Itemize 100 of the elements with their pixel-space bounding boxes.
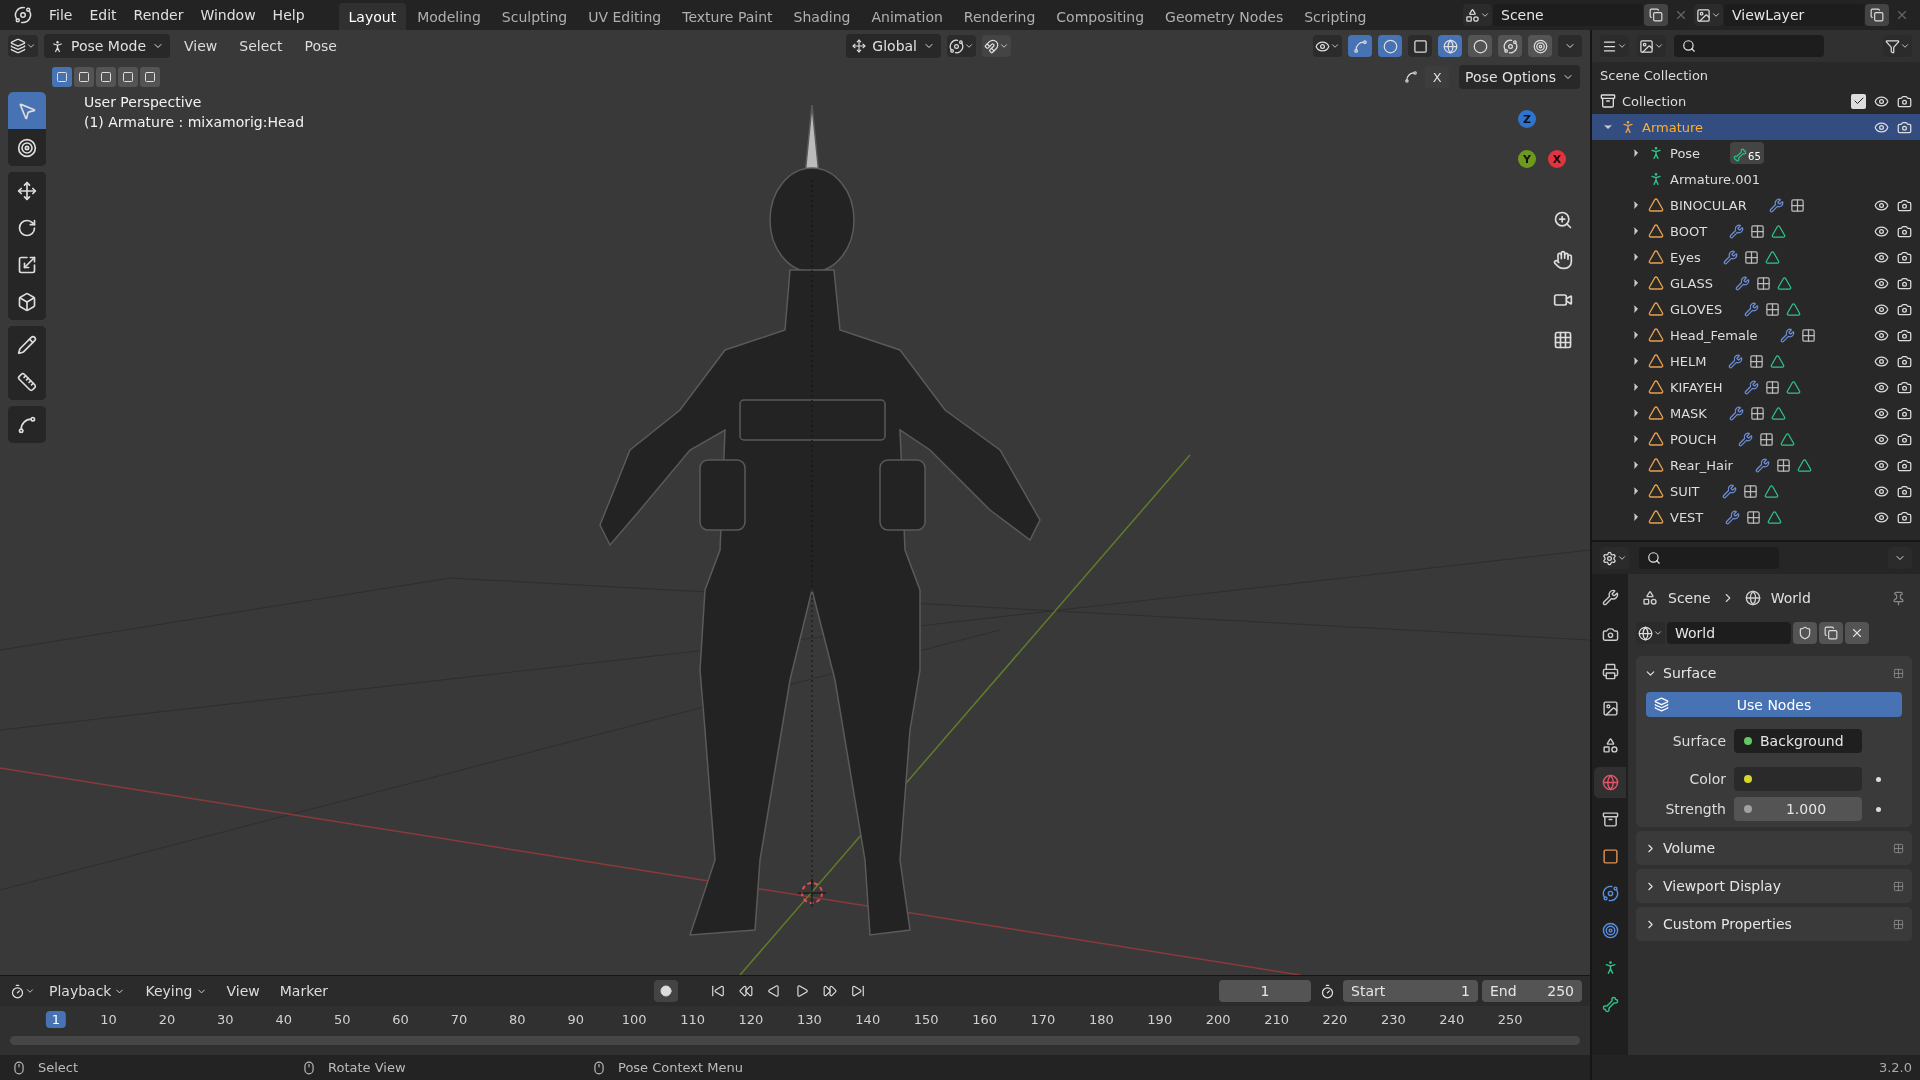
frame-number[interactable]: 190 (1141, 1011, 1179, 1028)
shading-mode-button[interactable] (1498, 35, 1522, 57)
mesh-data-icon[interactable] (1764, 249, 1780, 265)
frame-number[interactable]: 110 (674, 1011, 711, 1028)
vertex-groups-icon[interactable] (1759, 431, 1775, 447)
outliner-row[interactable]: VEST (1592, 504, 1920, 530)
frame-number[interactable]: 120 (732, 1011, 770, 1028)
mode-dropdown[interactable]: Pose Mode (44, 34, 170, 58)
display-mode-button[interactable] (1637, 35, 1666, 57)
vertex-groups-icon[interactable] (1749, 353, 1765, 369)
wrench-icon[interactable] (1738, 431, 1754, 447)
frame-number[interactable]: 20 (152, 1011, 182, 1028)
eye-icon[interactable] (1874, 405, 1889, 421)
menu-item[interactable]: Render (125, 3, 192, 27)
frame-number[interactable]: 160 (966, 1011, 1003, 1028)
panel-header[interactable]: Custom Properties (1636, 911, 1912, 937)
duplicate-button[interactable] (1819, 622, 1843, 644)
vertex-groups-icon[interactable] (1746, 509, 1762, 525)
3d-viewport[interactable]: Pose Mode View Select Pose Global X Pose Options User Perspective (1) Armature : mixamorig:Head Z Y X (0, 30, 1590, 975)
eye-icon[interactable] (1874, 379, 1889, 395)
scene-field[interactable]: Scene (1493, 4, 1643, 26)
outliner-row[interactable]: MASK (1592, 400, 1920, 426)
mesh-data-icon[interactable] (1786, 379, 1802, 395)
frame-number[interactable]: 180 (1082, 1011, 1120, 1028)
mesh-data-icon[interactable] (1763, 483, 1779, 499)
wrench-icon[interactable] (1722, 249, 1738, 265)
workspace-tab[interactable]: UV Editing (578, 3, 672, 31)
frame-number[interactable]: 80 (503, 1011, 532, 1028)
shading-options-button[interactable] (1558, 35, 1582, 57)
workspace-tab[interactable]: Scripting (1294, 3, 1377, 31)
workspace-tab[interactable]: Geometry Nodes (1155, 3, 1294, 31)
outliner-row[interactable]: SUIT (1592, 478, 1920, 504)
panel-header[interactable]: Surface (1636, 660, 1912, 686)
pose-options-dropdown[interactable]: Pose Options (1459, 65, 1580, 89)
pivot-button[interactable] (947, 35, 976, 57)
camera-icon[interactable] (1897, 223, 1912, 239)
wrench-icon[interactable] (1725, 509, 1741, 525)
fake-user-button[interactable] (1793, 622, 1817, 644)
select-mode-button[interactable] (118, 67, 138, 87)
wrench-icon[interactable] (1728, 405, 1744, 421)
frame-number[interactable]: 90 (561, 1011, 590, 1028)
frame-number[interactable]: 140 (849, 1011, 887, 1028)
frame-number[interactable]: 10 (94, 1011, 123, 1028)
frame-number[interactable]: 130 (790, 1011, 828, 1028)
mirror-x-button[interactable]: X (1425, 66, 1450, 88)
gizmo-axis-handle[interactable]: X (1548, 150, 1566, 168)
vertex-groups-icon[interactable] (1742, 483, 1758, 499)
frame-number[interactable]: 240 (1433, 1011, 1471, 1028)
breadcrumb-item[interactable]: World (1770, 590, 1811, 606)
outliner-row[interactable]: GLOVES (1592, 296, 1920, 322)
timeline-menu-item[interactable]: Keying (137, 980, 215, 1002)
orientation-dropdown[interactable]: Global (846, 34, 941, 58)
shading-mode-button[interactable] (1438, 35, 1462, 57)
camera-icon[interactable] (1897, 379, 1912, 395)
shader-link-field[interactable]: Background (1734, 729, 1862, 753)
workspace-tab[interactable]: Layout (338, 3, 407, 31)
checkbox[interactable] (1851, 93, 1866, 109)
eye-icon[interactable] (1874, 353, 1889, 369)
color-field[interactable] (1734, 767, 1862, 791)
editor-type-button[interactable] (1600, 35, 1629, 57)
eye-icon[interactable] (1874, 249, 1889, 265)
workspace-tab[interactable]: Rendering (953, 3, 1046, 31)
mesh-data-icon[interactable] (1796, 457, 1812, 473)
view-layer-field[interactable]: ViewLayer (1724, 4, 1864, 26)
mesh-data-icon[interactable] (1770, 405, 1786, 421)
frame-number[interactable]: 40 (269, 1011, 298, 1028)
eye-icon[interactable] (1874, 483, 1889, 499)
app-logo-icon[interactable] (14, 6, 32, 24)
mesh-data-icon[interactable] (1771, 223, 1787, 239)
gizmo-toggle-button[interactable] (1348, 35, 1372, 57)
gizmo-axis-handle[interactable]: Z (1518, 110, 1536, 128)
start-frame-field[interactable]: Start 1 (1343, 980, 1478, 1002)
select-box-icon[interactable] (8, 92, 46, 129)
mesh-data-icon[interactable] (1777, 275, 1792, 291)
frame-number[interactable]: 170 (1024, 1011, 1062, 1028)
select-mode-button[interactable] (96, 67, 116, 87)
outliner-row[interactable]: GLASS (1592, 270, 1920, 296)
select-mode-button[interactable] (74, 67, 94, 87)
workspace-tab[interactable]: Texture Paint (672, 3, 783, 31)
gizmo-axis-handle[interactable]: Y (1518, 150, 1536, 168)
camera-icon[interactable] (1897, 249, 1912, 265)
outliner-row[interactable]: Rear_Hair (1592, 452, 1920, 478)
eye-icon[interactable] (1874, 93, 1889, 109)
vertex-groups-icon[interactable] (1765, 301, 1781, 317)
camera-icon[interactable] (1897, 457, 1912, 473)
panel-header[interactable]: Viewport Display (1636, 873, 1912, 899)
frame-number[interactable]: 30 (211, 1011, 240, 1028)
vertex-groups-icon[interactable] (1743, 249, 1759, 265)
outliner-row[interactable]: Armature (1592, 114, 1920, 140)
frame-number[interactable]: 220 (1316, 1011, 1354, 1028)
select-mode-button[interactable] (52, 67, 72, 87)
keyframe-dot[interactable] (1876, 806, 1881, 812)
camera-icon[interactable] (1897, 93, 1912, 109)
new-view-layer-button[interactable] (1865, 4, 1889, 26)
search-field[interactable] (1674, 35, 1824, 57)
mesh-data-icon[interactable] (1770, 353, 1786, 369)
bone-count-badge[interactable]: 65 (1730, 142, 1764, 164)
end-frame-field[interactable]: End 250 (1482, 980, 1582, 1002)
viewport-menu-item[interactable]: Pose (296, 35, 345, 57)
number-field[interactable]: 1.000 (1734, 797, 1862, 821)
